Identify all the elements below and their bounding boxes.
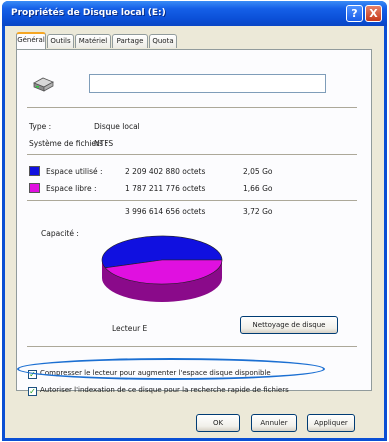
used-space-label: Espace utilisé : bbox=[46, 167, 103, 176]
index-checkbox[interactable]: ✓ bbox=[28, 387, 37, 396]
drive-name-input[interactable] bbox=[89, 74, 326, 93]
used-space-bytes: 2 209 402 880 octets bbox=[125, 167, 206, 176]
help-button[interactable]: ? bbox=[346, 5, 363, 22]
divider bbox=[27, 346, 357, 347]
apply-button[interactable]: Appliquer bbox=[307, 414, 355, 432]
divider bbox=[27, 200, 357, 201]
highlight-annotation bbox=[17, 358, 325, 380]
divider bbox=[27, 107, 357, 108]
ok-button[interactable]: OK bbox=[196, 414, 240, 432]
divider bbox=[27, 154, 357, 155]
properties-window: Propriétés de Disque local (E:) ? X Géné… bbox=[2, 1, 387, 441]
close-button[interactable]: X bbox=[365, 5, 382, 22]
title-bar[interactable]: Propriétés de Disque local (E:) ? X bbox=[2, 1, 387, 26]
used-space-size: 2,05 Go bbox=[243, 167, 273, 176]
capacity-label: Capacité : bbox=[41, 229, 79, 238]
tab-tools[interactable]: Outils bbox=[47, 34, 74, 48]
disk-cleanup-button[interactable]: Nettoyage de disque bbox=[240, 316, 338, 334]
disk-usage-pie bbox=[101, 235, 223, 302]
capacity-size: 3,72 Go bbox=[243, 207, 273, 216]
filesystem-value: NTFS bbox=[94, 139, 114, 148]
tab-quota[interactable]: Quota bbox=[149, 34, 177, 48]
general-panel: Type : Disque local Système de fichiers … bbox=[16, 49, 372, 396]
capacity-bytes: 3 996 614 656 octets bbox=[125, 207, 206, 216]
tab-sharing[interactable]: Partage bbox=[112, 34, 148, 48]
free-space-bytes: 1 787 211 776 octets bbox=[125, 184, 206, 193]
type-value: Disque local bbox=[94, 122, 140, 131]
window-title: Propriétés de Disque local (E:) bbox=[11, 8, 166, 18]
cancel-button[interactable]: Annuler bbox=[251, 414, 297, 432]
tab-general[interactable]: Général bbox=[16, 32, 46, 49]
tab-hardware[interactable]: Matériel bbox=[75, 34, 111, 48]
free-space-swatch bbox=[29, 183, 40, 193]
drive-label: Lecteur E bbox=[112, 324, 148, 333]
free-space-label: Espace libre : bbox=[46, 184, 97, 193]
dialog-client: Général Outils Matériel Partage Quota Ty… bbox=[5, 26, 384, 438]
used-space-swatch bbox=[29, 166, 40, 176]
free-space-size: 1,66 Go bbox=[243, 184, 273, 193]
type-label: Type : bbox=[29, 122, 52, 131]
hard-drive-icon bbox=[33, 77, 54, 92]
index-label: Autoriser l'indexation de ce disque pour… bbox=[40, 386, 289, 394]
